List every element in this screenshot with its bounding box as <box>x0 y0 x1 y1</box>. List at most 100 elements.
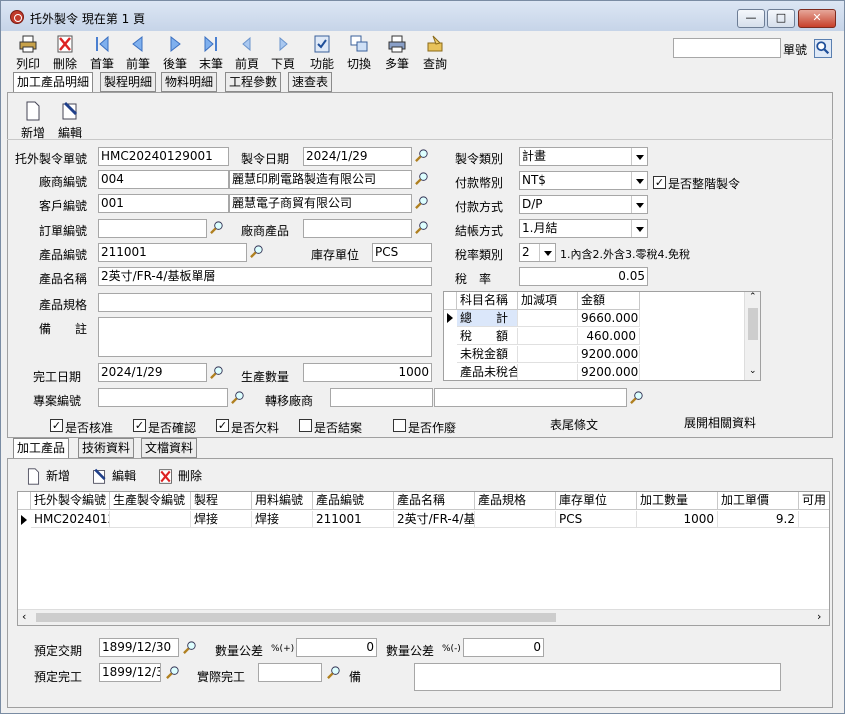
first-button[interactable]: 首筆 <box>85 33 119 73</box>
magnifier-icon[interactable] <box>415 171 430 186</box>
minimize-button[interactable]: — <box>737 9 765 28</box>
transfer-vendor-name-field[interactable] <box>434 388 627 407</box>
detail-cell[interactable]: PCS <box>556 511 637 528</box>
function-button[interactable]: 功能 <box>305 33 339 73</box>
detail-new-button[interactable]: 新增 <box>25 468 70 486</box>
detail-cell[interactable]: 211001 <box>313 511 394 528</box>
stock-unit-field[interactable]: PCS <box>372 243 432 262</box>
order-type-select[interactable]: 計畫 <box>519 147 648 166</box>
magnifier-icon[interactable] <box>415 148 430 163</box>
detail-cell[interactable]: 1000 <box>637 511 718 528</box>
summary-scrollbar[interactable]: ⌃ ⌄ <box>744 292 760 380</box>
transfer-vendor-no-field[interactable] <box>330 388 433 407</box>
tab-material-detail[interactable]: 物料明細 <box>161 72 218 92</box>
pay-method-select[interactable]: D/P <box>519 195 648 214</box>
delete-button[interactable]: 刪除 <box>48 33 82 73</box>
new-button[interactable]: 新增 <box>21 101 45 140</box>
magnifier-icon[interactable] <box>166 665 181 680</box>
magnifier-icon[interactable] <box>630 390 645 405</box>
scroll-thumb[interactable] <box>36 613 556 622</box>
product-name-field[interactable]: 2英寸/FR-4/基板單層 <box>98 267 432 286</box>
magnifier-icon[interactable] <box>183 640 198 655</box>
product-spec-field[interactable] <box>98 293 432 312</box>
tab-engineering-params[interactable]: 工程參數 <box>225 72 282 92</box>
project-no-field[interactable] <box>98 388 228 407</box>
magnifier-icon[interactable] <box>415 195 430 210</box>
qty-tol-plus-field[interactable]: 0 <box>296 638 377 657</box>
close-button[interactable]: ✕ <box>798 9 836 28</box>
currency-select[interactable]: NT$ <box>519 171 648 190</box>
customer-name-field[interactable]: 麗慧電子商貿有限公司 <box>229 194 412 213</box>
search-button[interactable] <box>814 39 832 58</box>
chevron-up-icon[interactable]: ⌃ <box>749 292 757 302</box>
magnifier-icon[interactable] <box>415 220 430 235</box>
vendor-name-field[interactable]: 麗慧印刷電路製造有限公司 <box>229 170 412 189</box>
detail-grid[interactable]: 托外製令編號 生產製令編號 製程 用料編號 產品編號 產品名稱 產品規格 庫存單… <box>17 491 830 626</box>
tab-process-detail[interactable]: 製程明細 <box>100 72 157 92</box>
order-no-field[interactable]: HMC20240129001 <box>98 147 229 166</box>
tab-document-data[interactable]: 文檔資料 <box>141 438 198 458</box>
detail-cell[interactable]: 9.2 <box>718 511 799 528</box>
detail-cell[interactable] <box>799 511 829 528</box>
bottom-remark-field[interactable] <box>414 663 781 691</box>
approved-checkbox[interactable]: ✓ <box>50 419 63 432</box>
due-date-field[interactable]: 1899/12/30 <box>99 638 179 657</box>
query-button[interactable]: 查詢 <box>418 33 452 73</box>
sales-order-field[interactable] <box>98 219 207 238</box>
last-button[interactable]: 末筆 <box>194 33 228 73</box>
magnifier-icon[interactable] <box>231 390 246 405</box>
detail-edit-button[interactable]: 編輯 <box>91 468 136 486</box>
detail-cell[interactable]: 焊接 <box>191 511 252 528</box>
order-search-input[interactable] <box>673 38 781 58</box>
tab-quick-lookup[interactable]: 速查表 <box>288 72 333 92</box>
magnifier-icon[interactable] <box>327 665 342 680</box>
finish-date-field[interactable]: 2024/1/29 <box>98 363 207 382</box>
detail-cell[interactable] <box>110 511 191 528</box>
detail-cell[interactable]: HMC202401290 <box>31 511 110 528</box>
confirmed-checkbox[interactable]: ✓ <box>133 419 146 432</box>
switch-button[interactable]: 切換 <box>342 33 376 73</box>
plan-finish-field[interactable]: 1899/12/30 <box>99 663 161 682</box>
tax-type-select[interactable]: 2 <box>519 243 556 262</box>
tab-tech-data[interactable]: 技術資料 <box>78 438 135 458</box>
next-page-button[interactable]: 下頁 <box>266 33 300 73</box>
multi-record-button[interactable]: 多筆 <box>380 33 414 73</box>
voided-checkbox[interactable] <box>393 419 406 432</box>
magnifier-icon[interactable] <box>210 365 225 380</box>
magnifier-icon[interactable] <box>250 244 265 259</box>
summary-grid[interactable]: 科目名稱 加減項 金額 總 計 9660.000 稅 額 460.000 未稅金… <box>443 291 761 381</box>
next-button[interactable]: 後筆 <box>158 33 192 73</box>
edit-button[interactable]: 編輯 <box>57 101 83 140</box>
detail-cell[interactable]: 2英寸/FR-4/基 <box>394 511 475 528</box>
detail-cell[interactable] <box>475 511 556 528</box>
qty-tol-minus-field[interactable]: 0 <box>463 638 544 657</box>
footer-text-link[interactable]: 表尾條文 <box>550 416 598 433</box>
magnifier-icon[interactable] <box>210 220 225 235</box>
related-data-link[interactable]: 展開相關資料 <box>684 414 756 431</box>
scroll-thumb[interactable] <box>748 308 758 340</box>
product-no-field[interactable]: 211001 <box>98 243 247 262</box>
horizontal-scrollbar[interactable]: ‹ › <box>18 609 829 625</box>
prev-button[interactable]: 前筆 <box>121 33 155 73</box>
tab-processed-product[interactable]: 加工產品 <box>13 438 70 459</box>
whole-stage-checkbox[interactable]: ✓ <box>653 176 666 189</box>
maximize-button[interactable]: □ <box>767 9 795 28</box>
produce-qty-field[interactable]: 1000 <box>303 363 432 382</box>
closed-checkbox[interactable] <box>299 419 312 432</box>
tax-rate-field[interactable]: 0.05 <box>519 267 648 286</box>
shortage-checkbox[interactable]: ✓ <box>216 419 229 432</box>
tab-product-detail[interactable]: 加工產品明細 <box>13 72 94 93</box>
customer-no-field[interactable]: 001 <box>98 194 229 213</box>
chevron-down-icon[interactable]: ⌄ <box>749 366 757 376</box>
chevron-left-icon[interactable]: ‹ <box>22 610 26 623</box>
vendor-product-field[interactable] <box>303 219 412 238</box>
print-button[interactable]: 列印 <box>11 33 45 73</box>
remark-field[interactable] <box>98 317 432 357</box>
chevron-right-icon[interactable]: › <box>817 610 821 623</box>
settle-select[interactable]: 1.月結 <box>519 219 648 238</box>
actual-finish-field[interactable] <box>258 663 322 682</box>
order-date-field[interactable]: 2024/1/29 <box>303 147 412 166</box>
vendor-no-field[interactable]: 004 <box>98 170 229 189</box>
prev-page-button[interactable]: 前頁 <box>230 33 264 73</box>
detail-delete-button[interactable]: 刪除 <box>157 468 202 486</box>
